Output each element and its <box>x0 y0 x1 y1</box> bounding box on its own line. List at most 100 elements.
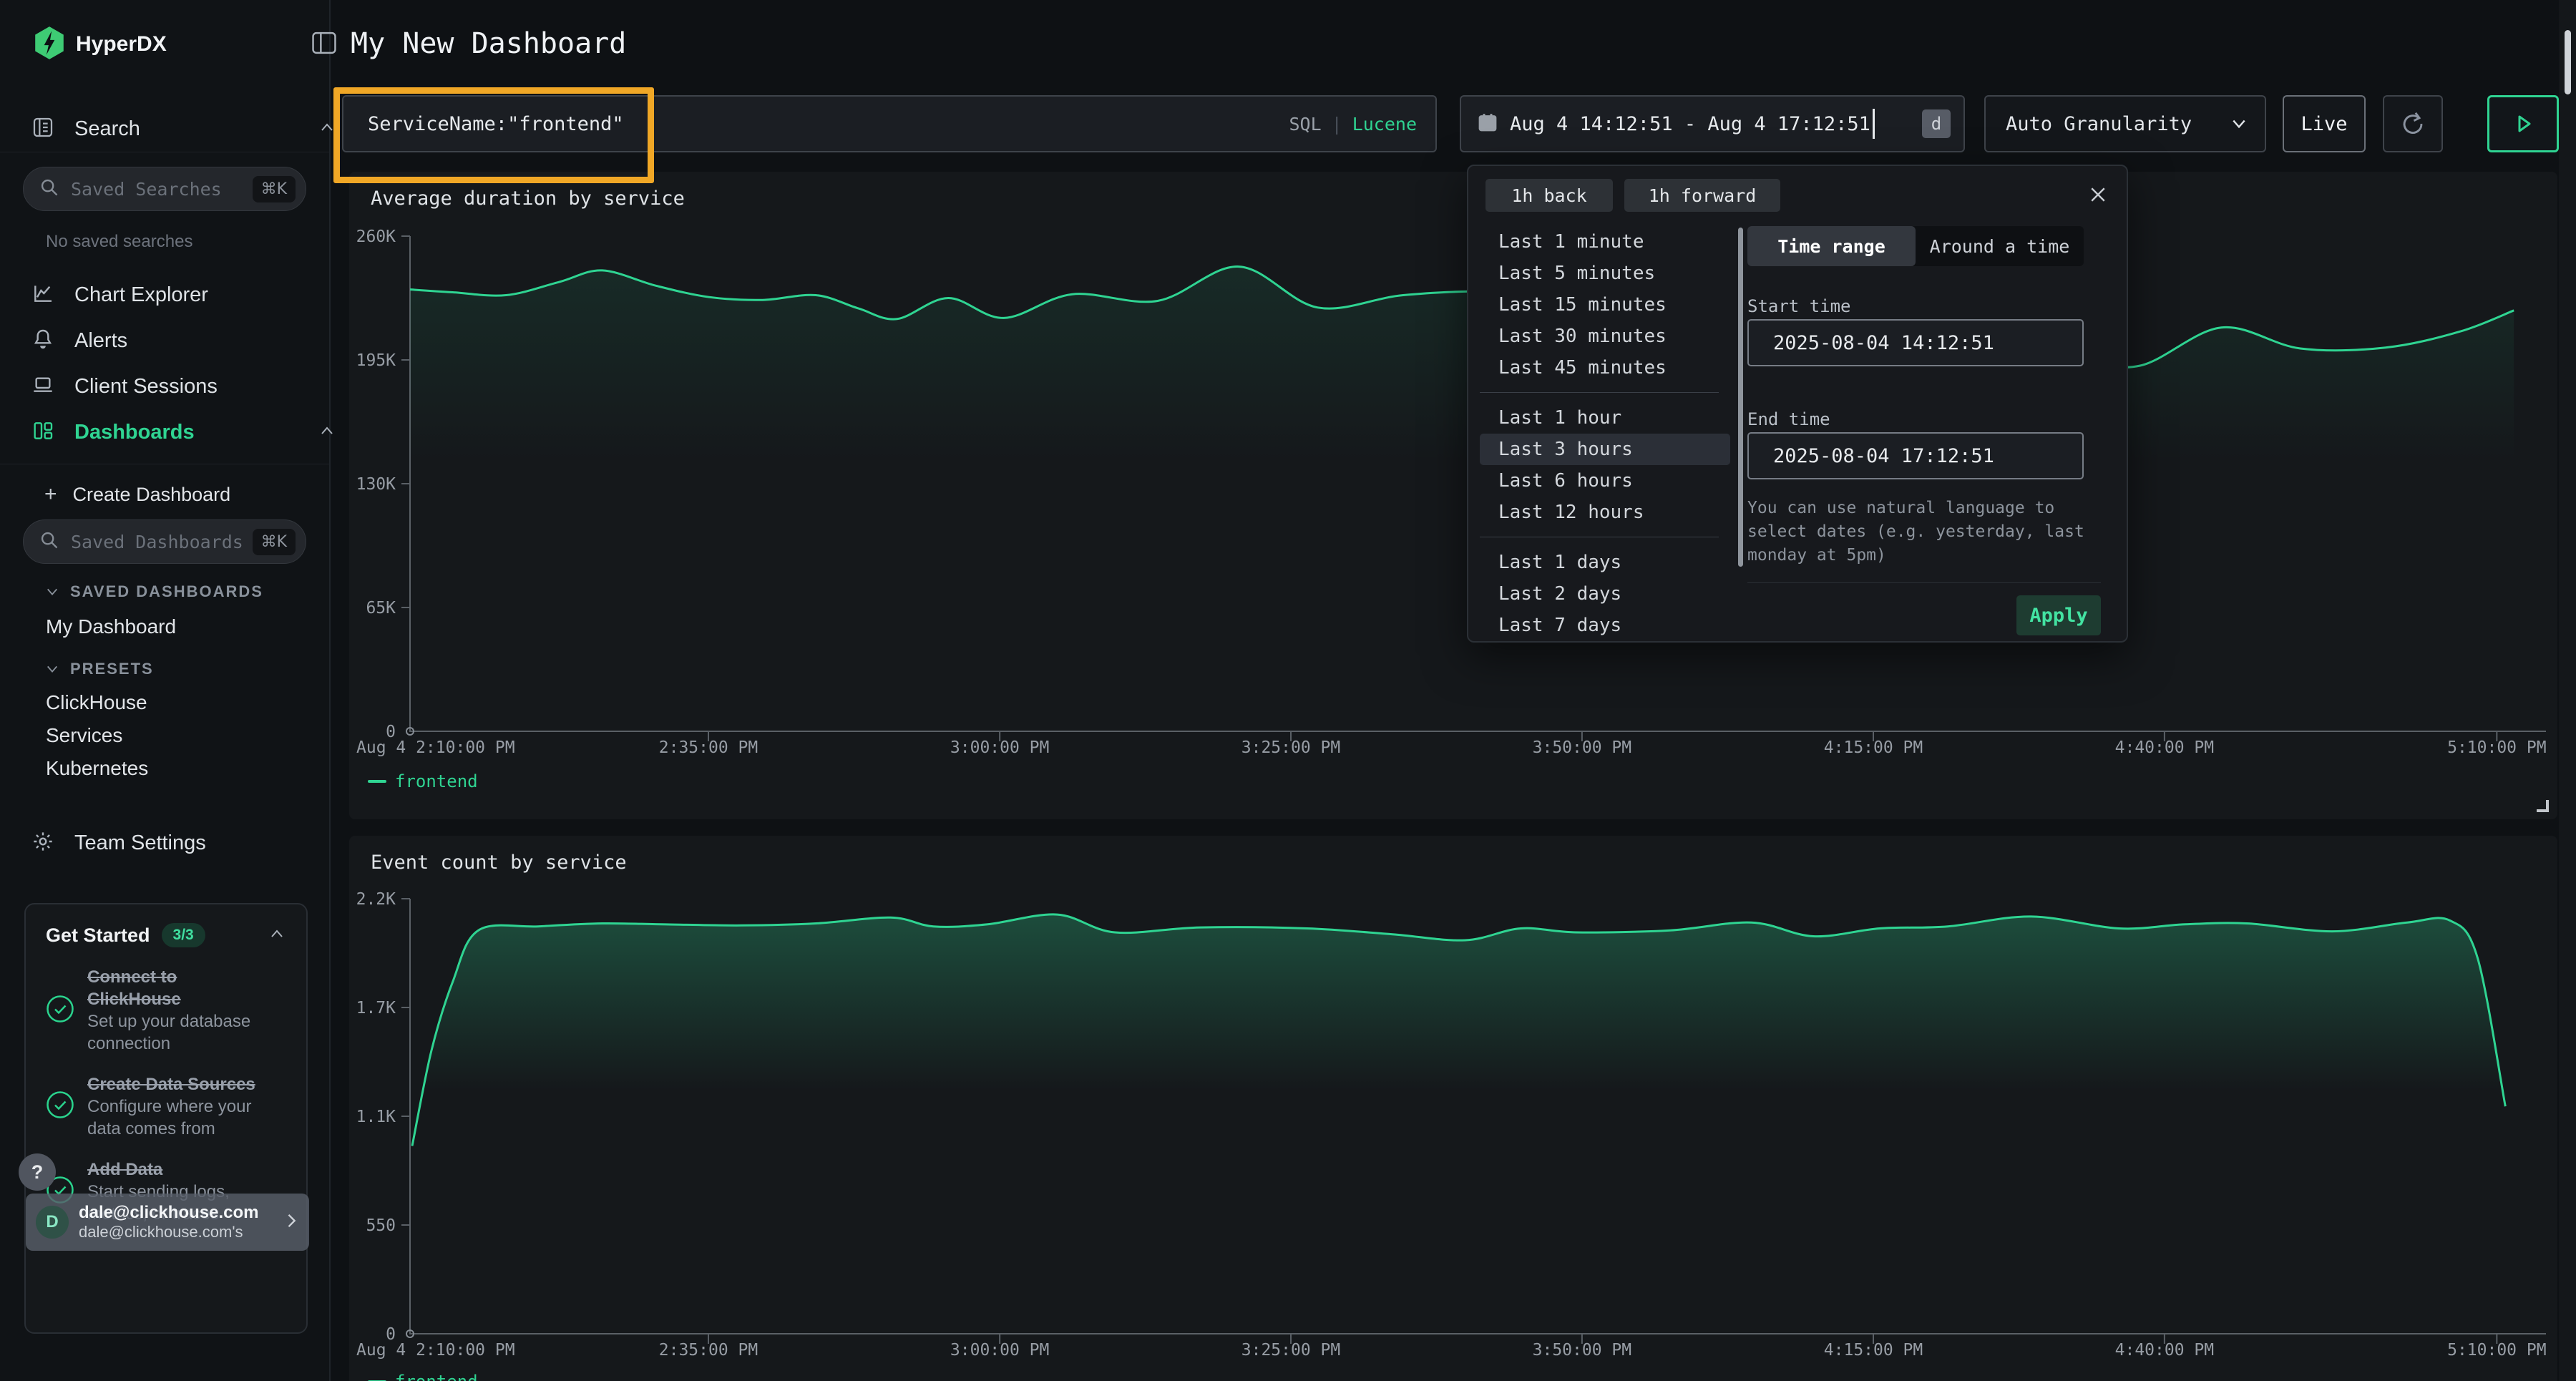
section-presets[interactable]: PRESETS <box>44 660 154 678</box>
get-started-item[interactable]: Connect to ClickHouse Set up your databa… <box>46 966 286 1055</box>
play-icon <box>2507 108 2539 140</box>
chevron-up-icon <box>318 424 336 441</box>
svg-text:2.2K: 2.2K <box>356 890 396 909</box>
no-saved-searches-text: No saved searches <box>46 232 192 252</box>
avatar: D <box>36 1206 69 1239</box>
sidebar-item-my-dashboard[interactable]: My Dashboard <box>46 615 176 638</box>
one-hour-back-button[interactable]: 1h back <box>1485 179 1613 212</box>
sidebar-item-services[interactable]: Services <box>46 724 122 747</box>
get-started-item[interactable]: Create Data Sources Configure where your… <box>46 1073 286 1140</box>
range-option[interactable]: Last 1 hour <box>1480 402 1730 434</box>
lang-divider: | <box>1332 114 1342 135</box>
legend-label: frontend <box>395 771 478 791</box>
help-button[interactable]: ? <box>19 1153 56 1191</box>
section-label: PRESETS <box>70 660 154 678</box>
line-chart-average-duration[interactable]: 065K130K195K260KAug 4 2:10:00 PM2:35:00 … <box>349 172 2557 819</box>
user-menu[interactable]: D dale@clickhouse.com dale@clickhouse.co… <box>26 1194 309 1251</box>
sidebar-item-label: Dashboards <box>74 421 195 444</box>
granularity-select[interactable]: Auto Granularity <box>1984 95 2266 152</box>
lucene-toggle[interactable]: Lucene <box>1352 114 1417 135</box>
range-option[interactable]: Last 14 days <box>1480 641 1730 643</box>
live-button[interactable]: Live <box>2283 95 2366 152</box>
sql-toggle[interactable]: SQL <box>1289 114 1321 135</box>
sidebar-item-search[interactable]: Search <box>0 109 361 149</box>
user-email: dale@clickhouse.com <box>79 1203 283 1223</box>
range-option[interactable]: Last 7 days <box>1480 610 1730 641</box>
svg-text:Aug 4 2:10:00 PM: Aug 4 2:10:00 PM <box>356 738 515 757</box>
page-scrollbar-track[interactable] <box>2559 0 2576 1381</box>
close-icon <box>2087 184 2109 205</box>
user-texts: dale@clickhouse.com dale@clickhouse.com'… <box>79 1203 283 1241</box>
section-saved-dashboards[interactable]: SAVED DASHBOARDS <box>44 582 263 601</box>
legend-label: frontend <box>395 1372 478 1381</box>
range-option[interactable]: Last 6 hours <box>1480 465 1730 497</box>
page-scrollbar-thumb[interactable] <box>2565 30 2571 94</box>
svg-text:3:50:00 PM: 3:50:00 PM <box>1533 1341 1631 1360</box>
sidebar-collapse-icon[interactable] <box>311 31 338 59</box>
saved-searches-input[interactable]: Saved Searches ⌘K <box>23 167 306 211</box>
chart-legend[interactable]: frontend <box>368 1372 478 1381</box>
time-range-input[interactable]: Aug 4 14:12:51 - Aug 4 17:12:51 d <box>1460 95 1965 152</box>
task-desc: Configure where your data comes from <box>87 1095 275 1140</box>
play-button[interactable] <box>2487 95 2559 152</box>
plus-icon: + <box>44 482 57 507</box>
text-caret <box>1873 109 1875 139</box>
range-option[interactable]: Last 1 days <box>1480 547 1730 578</box>
sidebar-item-client-sessions[interactable]: Client Sessions <box>0 366 361 406</box>
d-shortcut-badge: d <box>1922 109 1951 138</box>
chart-panel-average-duration: Average duration by service 065K130K195K… <box>349 172 2557 819</box>
saved-dashboards-placeholder: Saved Dashboards <box>71 532 253 552</box>
help-label: ? <box>31 1161 44 1184</box>
saved-dashboards-input[interactable]: Saved Dashboards ⌘K <box>23 519 306 564</box>
svg-text:Aug 4 2:10:00 PM: Aug 4 2:10:00 PM <box>356 1341 515 1360</box>
svg-text:1.1K: 1.1K <box>356 1108 396 1126</box>
close-button[interactable] <box>2085 182 2111 208</box>
task-desc: Set up your database connection <box>87 1010 275 1055</box>
chart-legend[interactable]: frontend <box>368 771 478 791</box>
get-started-title: Get Started <box>46 924 150 947</box>
range-option[interactable]: Last 15 minutes <box>1480 289 1730 321</box>
refresh-button[interactable] <box>2383 95 2443 152</box>
get-started-header[interactable]: Get Started 3/3 <box>46 923 286 947</box>
range-option[interactable]: Last 30 minutes <box>1480 321 1730 352</box>
task-title: Create Data Sources <box>87 1073 259 1095</box>
start-time-input[interactable]: 2025-08-04 14:12:51 <box>1747 319 2084 366</box>
helper-text: You can use natural language to select d… <box>1747 497 2095 567</box>
line-chart-event-count[interactable]: 05501.1K1.7K2.2KAug 4 2:10:00 PM2:35:00 … <box>349 836 2557 1381</box>
end-time-input[interactable]: 2025-08-04 17:12:51 <box>1747 432 2084 479</box>
chevron-down-icon <box>44 663 60 675</box>
resize-handle-icon[interactable] <box>2537 800 2549 812</box>
task-title: Add Data <box>87 1158 259 1181</box>
sidebar-item-alerts[interactable]: Alerts <box>0 321 361 361</box>
shortcut-badge: ⌘K <box>253 176 296 202</box>
laptop-icon <box>31 374 54 400</box>
range-option[interactable]: Last 45 minutes <box>1480 352 1730 384</box>
sidebar-item-dashboards[interactable]: Dashboards <box>0 412 361 452</box>
range-option[interactable]: Last 12 hours <box>1480 497 1730 528</box>
svg-text:3:25:00 PM: 3:25:00 PM <box>1241 1341 1340 1360</box>
apply-button[interactable]: Apply <box>2016 595 2101 635</box>
tab-around-a-time[interactable]: Around a time <box>1916 226 2084 266</box>
filter-input[interactable]: ServiceName:"frontend" SQL | Lucene <box>342 95 1437 152</box>
range-option[interactable]: Last 1 minute <box>1480 226 1730 258</box>
popup-scrollbar[interactable] <box>1738 228 1743 567</box>
range-option[interactable]: Last 2 days <box>1480 578 1730 610</box>
svg-text:260K: 260K <box>356 228 396 246</box>
check-circle-icon <box>46 1090 74 1123</box>
calendar-icon <box>1477 112 1498 136</box>
svg-text:4:40:00 PM: 4:40:00 PM <box>2115 1341 2214 1360</box>
sidebar-item-kubernetes[interactable]: Kubernetes <box>46 757 148 780</box>
one-hour-forward-button[interactable]: 1h forward <box>1624 179 1780 212</box>
sidebar-item-chart-explorer[interactable]: Chart Explorer <box>0 275 361 315</box>
chevron-down-icon <box>44 585 60 598</box>
sidebar-item-clickhouse[interactable]: ClickHouse <box>46 691 147 714</box>
range-option-selected[interactable]: Last 3 hours <box>1480 434 1730 465</box>
granularity-value: Auto Granularity <box>2006 113 2192 135</box>
tab-time-range[interactable]: Time range <box>1747 226 1916 266</box>
sidebar-item-team-settings[interactable]: Team Settings <box>0 823 361 863</box>
svg-text:4:15:00 PM: 4:15:00 PM <box>1824 1341 1923 1360</box>
range-option[interactable]: Last 5 minutes <box>1480 258 1730 289</box>
check-circle-icon <box>46 995 74 1027</box>
create-dashboard-button[interactable]: + Create Dashboard <box>0 477 374 512</box>
chevron-down-icon <box>2229 116 2249 132</box>
